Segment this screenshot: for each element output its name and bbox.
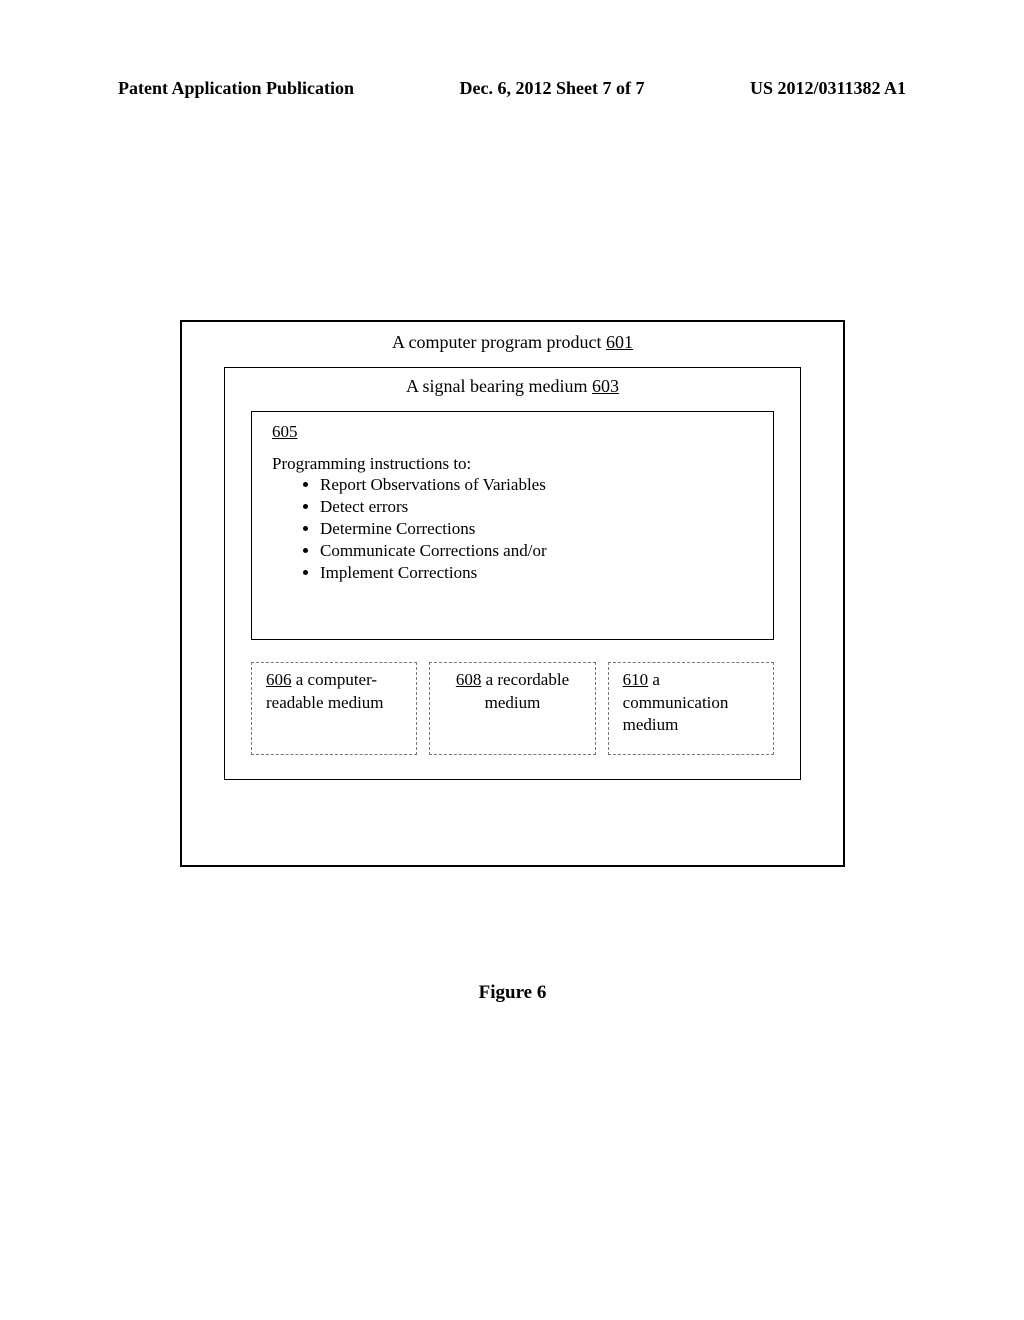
header-right: US 2012/0311382 A1 (750, 78, 906, 99)
media-608-line2: medium (438, 692, 586, 714)
instructions-list: Report Observations of Variables Detect … (268, 474, 757, 584)
media-row: 606 a computer- readable medium 608 a re… (251, 662, 774, 754)
outer-box-title: A computer program product 601 (224, 322, 801, 367)
media-606-line2: readable medium (260, 692, 408, 714)
media-610-ref: 610 (623, 670, 649, 689)
instruction-item: Report Observations of Variables (320, 474, 757, 496)
media-608-suffix: a recordable (481, 670, 569, 689)
instruction-item: Detect errors (320, 496, 757, 518)
outer-ref: 601 (606, 332, 633, 352)
inner-ref: 605 (268, 422, 757, 442)
outer-label: A computer program product (392, 332, 606, 352)
inner-box-605: 605 Programming instructions to: Report … (251, 411, 774, 640)
media-608-ref: 608 (456, 670, 482, 689)
page-header: Patent Application Publication Dec. 6, 2… (118, 78, 906, 99)
instruction-item: Determine Corrections (320, 518, 757, 540)
middle-box-603: A signal bearing medium 603 605 Programm… (224, 367, 801, 780)
middle-box-title: A signal bearing medium 603 (251, 368, 774, 411)
media-610-line2: medium (617, 714, 765, 736)
figure-caption: Figure 6 (180, 982, 845, 1004)
instruction-item: Implement Corrections (320, 562, 757, 584)
media-box-610: 610 a communication medium (608, 662, 774, 754)
middle-ref: 603 (592, 376, 619, 396)
media-box-608: 608 a recordable medium (429, 662, 595, 754)
outer-box-601: A computer program product 601 A signal … (180, 320, 845, 867)
media-606-suffix: a computer- (292, 670, 378, 689)
instruction-item: Communicate Corrections and/or (320, 540, 757, 562)
instructions-heading: Programming instructions to: (268, 442, 757, 474)
media-606-ref: 606 (266, 670, 292, 689)
header-left: Patent Application Publication (118, 78, 354, 99)
media-box-606: 606 a computer- readable medium (251, 662, 417, 754)
header-center: Dec. 6, 2012 Sheet 7 of 7 (460, 78, 645, 99)
middle-label: A signal bearing medium (406, 376, 592, 396)
figure-area: A computer program product 601 A signal … (180, 320, 845, 1004)
